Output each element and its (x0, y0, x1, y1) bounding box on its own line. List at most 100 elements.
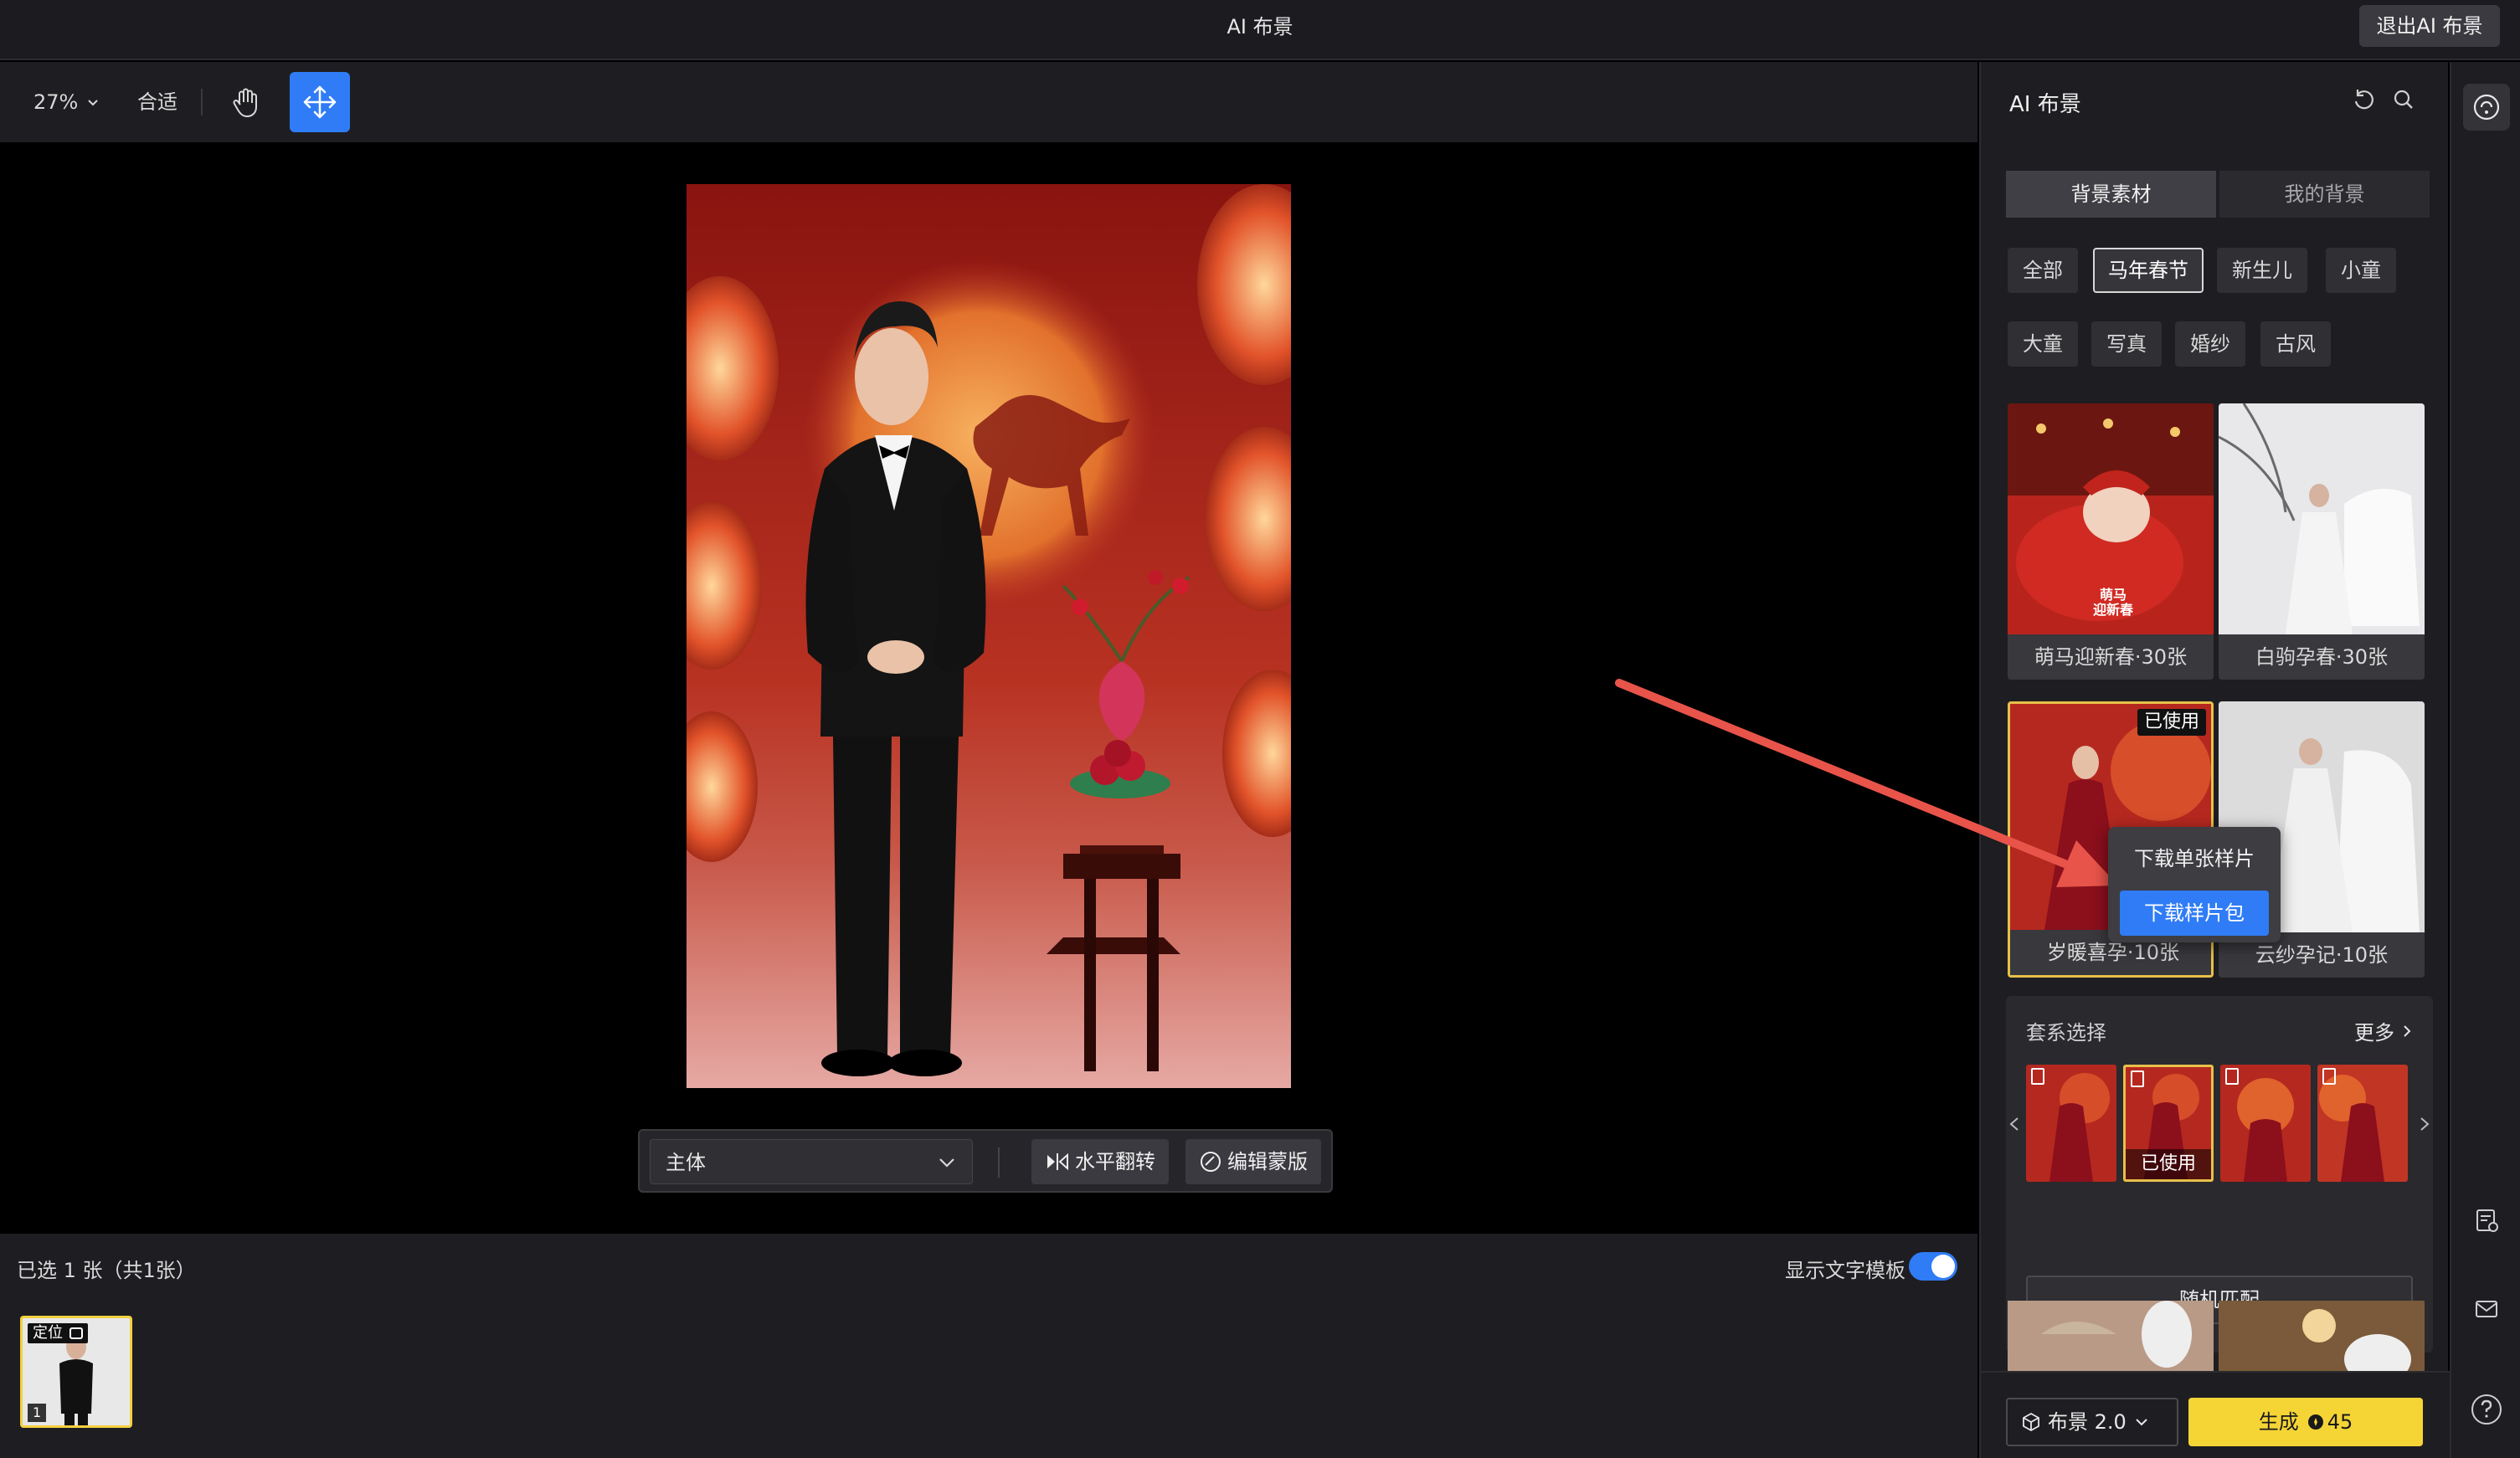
phone-icon (2322, 1068, 2336, 1085)
edit-mask-label: 编辑蒙版 (1227, 1150, 1308, 1173)
series-thumbnail[interactable] (2317, 1065, 2408, 1182)
background-tabs: 背景素材 我的背景 (2006, 171, 2430, 218)
background-card-image (2008, 1301, 2214, 1371)
edit-mask-icon (1201, 1152, 1221, 1172)
filmstrip: 已选 1 张（共1张） 显示文字模板 定位 1 (0, 1234, 1977, 1458)
hand-tool-button[interactable] (224, 80, 268, 124)
generate-label: 生成 (2258, 1410, 2299, 1434)
chevron-right-icon (2404, 1024, 2411, 1037)
flip-horizontal-button[interactable]: 水平翻转 (1031, 1139, 1169, 1184)
background-card-caption: 萌马迎新春·30张 (2008, 634, 2214, 680)
background-card[interactable]: 白驹孕春·30张 (2219, 403, 2425, 680)
panel-title: AI 布景 (2009, 92, 2081, 117)
phone-icon (2131, 1070, 2144, 1087)
phone-icon (2031, 1068, 2044, 1085)
search-button[interactable] (2391, 87, 2416, 116)
toggle-knob (1931, 1255, 1955, 1278)
download-menu: 下载单张样片 下载样片包 (2108, 827, 2281, 942)
message-button[interactable] (2466, 1289, 2507, 1329)
model-select[interactable]: 布景 2.0 (2006, 1398, 2178, 1446)
canvas-toolbar: 27% 合适 (0, 62, 1977, 142)
background-card-partial[interactable] (2219, 1301, 2425, 1371)
category-older-child[interactable]: 大童 (2008, 321, 2078, 367)
chevron-down-icon (88, 100, 99, 106)
series-prev-icon[interactable] (2006, 1111, 2023, 1137)
cube-icon (2023, 1412, 2039, 1432)
category-newborn[interactable]: 新生儿 (2217, 248, 2307, 293)
toolbar-divider (201, 89, 203, 116)
mail-icon (2476, 1301, 2497, 1317)
move-tool-button[interactable] (290, 72, 350, 132)
layer-select[interactable]: 主体 (650, 1139, 973, 1184)
right-sidebar (2450, 62, 2520, 1458)
help-button[interactable] (2466, 1389, 2507, 1430)
tab-background-assets[interactable]: 背景素材 (2006, 171, 2216, 218)
locate-icon (69, 1327, 83, 1339)
zoom-dropdown[interactable]: 27% (33, 87, 100, 117)
background-card-partial[interactable] (2008, 1301, 2214, 1371)
ai-scene-sidebar-button[interactable] (2463, 84, 2510, 131)
panel-bottom-bar: 布景 2.0 生成 45 (1981, 1371, 2450, 1458)
background-card-image (2219, 403, 2425, 634)
toolbar-divider (998, 1147, 1000, 1178)
category-ancient-style[interactable]: 古风 (2260, 321, 2331, 367)
background-card-image (2219, 1301, 2425, 1371)
feedback-icon (2476, 1209, 2498, 1232)
category-toddler[interactable]: 小童 (2326, 248, 2396, 293)
composite-photo[interactable] (687, 184, 1291, 1088)
category-portrait[interactable]: 写真 (2091, 321, 2162, 367)
background-card-caption: 白驹孕春·30张 (2219, 634, 2425, 680)
model-select-value: 布景 2.0 (2048, 1410, 2127, 1434)
download-sample-pack-item[interactable]: 下载样片包 (2120, 891, 2269, 936)
exit-ai-scene-button[interactable]: 退出AI 布景 (2359, 5, 2500, 47)
coin-icon (2307, 1414, 2323, 1430)
generate-cost: 45 (2307, 1398, 2353, 1446)
show-text-template-label: 显示文字模板 (1785, 1259, 1905, 1282)
feedback-button[interactable] (2466, 1200, 2507, 1240)
series-more-label: 更多 (2354, 1021, 2394, 1045)
reset-button[interactable] (2351, 87, 2376, 116)
series-section: 套系选择 更多 已使用 随机匹配 (2006, 996, 2433, 1353)
flip-horizontal-icon (1047, 1153, 1068, 1171)
photo-thumbnail[interactable]: 定位 1 (20, 1316, 132, 1428)
ai-scene-panel: AI 布景 背景素材 我的背景 全部 马年春节 新生儿 小童 大童 写真 婚纱 … (1979, 62, 2450, 1458)
series-used-label: 已使用 (2126, 1149, 2211, 1179)
help-icon (2471, 1394, 2502, 1425)
layer-select-value: 主体 (666, 1151, 706, 1174)
generate-cost-value: 45 (2327, 1410, 2353, 1434)
download-single-sample-item[interactable]: 下载单张样片 (2108, 835, 2281, 882)
hand-icon (233, 88, 257, 117)
chevron-down-icon (939, 1158, 954, 1168)
selected-count: 已选 1 张（共1张） (17, 1259, 196, 1282)
used-badge: 已使用 (2137, 709, 2206, 736)
category-horse-new-year[interactable]: 马年春节 (2093, 248, 2204, 293)
category-wedding[interactable]: 婚纱 (2175, 321, 2245, 367)
object-toolbar: 主体 水平翻转 编辑蒙版 (638, 1129, 1333, 1193)
tab-my-backgrounds[interactable]: 我的背景 (2219, 171, 2430, 218)
background-card[interactable]: 萌马 迎新春 萌马迎新春·30张 (2008, 403, 2214, 680)
panel-header: AI 布景 (1981, 62, 2450, 142)
series-thumbnail[interactable] (2220, 1065, 2311, 1182)
fit-button[interactable]: 合适 (137, 87, 177, 117)
move-arrows-icon (303, 85, 337, 119)
thumbnail-tag: 定位 (28, 1323, 88, 1343)
window-title: AI 布景 (1227, 15, 1293, 39)
show-text-template-toggle[interactable] (1909, 1252, 1957, 1281)
thumbnail-index: 1 (28, 1404, 47, 1422)
series-more-link[interactable]: 更多 (2354, 1016, 2413, 1045)
generate-button[interactable]: 生成 45 (2188, 1398, 2423, 1446)
reset-icon (2354, 90, 2373, 110)
card-art-text: 萌马 迎新春 (2092, 587, 2133, 618)
edit-mask-button[interactable]: 编辑蒙版 (1185, 1139, 1321, 1184)
palette-icon (2473, 94, 2500, 121)
category-all[interactable]: 全部 (2008, 248, 2078, 293)
flip-horizontal-label: 水平翻转 (1075, 1150, 1155, 1173)
chevron-down-icon (2136, 1419, 2147, 1426)
series-title: 套系选择 (2026, 1021, 2106, 1045)
series-next-icon[interactable] (2416, 1111, 2433, 1137)
series-thumbnail[interactable] (2026, 1065, 2116, 1182)
composite-photo-image (687, 184, 1291, 1088)
search-icon (2394, 90, 2413, 109)
series-thumbnail-selected[interactable]: 已使用 (2123, 1065, 2214, 1182)
phone-icon (2225, 1068, 2239, 1085)
